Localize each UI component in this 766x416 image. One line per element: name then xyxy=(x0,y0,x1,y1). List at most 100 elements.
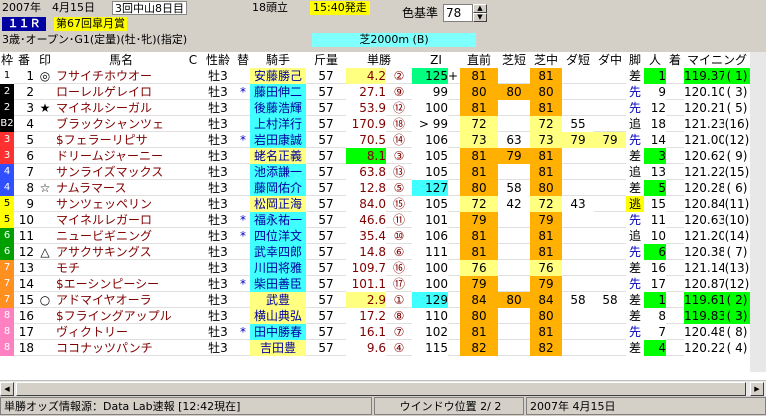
cell-chokuzen: 79 xyxy=(460,276,498,292)
cell-number: 7 xyxy=(26,165,34,179)
cell-zi-plus xyxy=(448,164,458,180)
header-running-style: 脚 xyxy=(628,53,641,67)
cell-waku: 7 xyxy=(0,276,14,292)
cell-dirt-short xyxy=(562,324,594,340)
cell-mining: 119.37 xyxy=(684,68,724,84)
table-row[interactable]: 5 9 サンツェッペリン 牡3 松岡正海 57 84.0 ⑮ 105 72 42 72 43 逃 15 120… xyxy=(0,196,750,212)
cell-mark xyxy=(34,116,56,132)
table-row[interactable]: 3 6 ドリームジャーニー 牡3 蛯名正義 57 8.1 ③ 105 81 79 81 差 3 120.62… xyxy=(0,148,750,164)
cell-turf-short xyxy=(498,276,530,292)
cell-jockey: 蛯名正義 xyxy=(250,148,306,164)
cell-sex-age: 牡3 xyxy=(208,117,228,131)
table-row[interactable]: 8 17 ヴィクトリー 牡3 * 田中勝春 57 16.1 ⑦ 102 81 81 先 7 120.48( … xyxy=(0,324,750,340)
cell-chokuzen: 72 xyxy=(460,196,498,212)
table-row[interactable]: 6 11 ニュービギニング 牡3 * 四位洋文 57 35.4 ⑩ 106 81 81 追 10 121.2… xyxy=(0,228,750,244)
header-weight: 斤量 xyxy=(313,53,338,67)
cell-weight: 57 xyxy=(318,213,334,227)
table-row[interactable]: 6 12 △ アサクサキングス 牡3 武幸四郎 57 14.8 ⑥ 111 81 81 先 6 120.38… xyxy=(0,244,750,260)
cell-weight: 57 xyxy=(318,277,334,291)
cell-waku: 3 xyxy=(0,132,14,148)
cell-turf-short: 80 xyxy=(498,84,530,100)
table-row[interactable]: 1 1 ◎ フサイチホウオー 牡3 安藤勝己 57 4.2 ② 125 +81 81 差 1 119.37(… xyxy=(0,68,750,84)
header-dirt-short: ダ短 xyxy=(565,53,590,67)
cell-mining-rank: (11) xyxy=(724,196,750,212)
cell-mining-rank: (13) xyxy=(724,260,750,276)
cell-odds: 14.8 xyxy=(346,244,386,260)
cell-mining: 120.38 xyxy=(684,244,724,260)
cell-waku: 3 xyxy=(0,148,14,164)
table-row[interactable]: 7 14 $エーシンピーシー 牡3 * 柴田善臣 57 101.1 ⑰ 100 79 79 先 17 120… xyxy=(0,276,750,292)
table-row[interactable]: 7 13 モチ 牡3 川田将雅 57 109.7 ⑯ 100 76 76 差 16 121.14 (13) xyxy=(0,260,750,276)
cell-dirt-mid: 58 xyxy=(594,292,626,308)
color-base-input[interactable]: 78 xyxy=(443,4,473,22)
cell-turf-mid: 76 xyxy=(530,260,562,276)
table-row[interactable]: 2 3 ★ マイネルシーガル 牡3 後藤浩輝 57 53.9 ⑫ 100 81 81 先 12 120.21… xyxy=(0,100,750,116)
cell-zi-plus xyxy=(448,196,458,212)
cell-mining: 120.28 xyxy=(684,180,724,196)
spin-up-icon[interactable]: ▲ xyxy=(473,4,487,13)
cell-odds: 35.4 xyxy=(346,228,386,244)
spin-down-icon[interactable]: ▼ xyxy=(473,13,487,22)
cell-running-style: 先 xyxy=(626,276,644,292)
cell-mining-rank: ( 4) xyxy=(724,340,750,356)
table-row[interactable]: B2 4 ブラックシャンツェ 牡3 上村洋行 57 170.9 ⑱ > 99 72 72 55 追 18 1… xyxy=(0,116,750,132)
scroll-left-icon[interactable]: ◀ xyxy=(0,382,14,396)
cell-odds-rank: ⑤ xyxy=(393,181,405,195)
cell-horse-name: ドリームジャーニー xyxy=(56,149,164,163)
cell-dirt-mid xyxy=(594,68,626,84)
cell-jockey-change: * xyxy=(240,325,246,339)
cell-sex-age: 牡3 xyxy=(208,309,228,323)
race-date: 2007年 4月15日 xyxy=(2,1,95,14)
scroll-thumb[interactable] xyxy=(16,382,746,396)
cell-waku: 8 xyxy=(0,324,14,340)
cell-number: 2 xyxy=(26,85,34,99)
cell-zi-plus xyxy=(448,148,458,164)
cell-zi-plus xyxy=(448,340,458,356)
table-row[interactable]: 4 8 ☆ ナムラマース 牡3 藤岡佑介 57 12.8 ⑤ 127 80 58 80 差 5 120.28(… xyxy=(0,180,750,196)
cell-dirt-short xyxy=(562,148,594,164)
cell-horse-name: $フェラーリピサ xyxy=(56,133,148,147)
cell-waku: 2 xyxy=(0,84,14,100)
cell-waku: 6 xyxy=(0,244,14,260)
header-chokuzen: 直前 xyxy=(466,53,491,67)
status-odds-source: 単勝オッズ情報源：Data Lab速報 [12:42現在] xyxy=(0,397,372,415)
cell-finish xyxy=(666,244,684,260)
cell-turf-short xyxy=(498,228,530,244)
cell-mark xyxy=(34,164,56,180)
table-row[interactable]: 8 16 $フライングアップル 牡3 横山典弘 57 17.2 ⑧ 110 80 80 差 8 119.8… xyxy=(0,308,750,324)
table-row[interactable]: 7 15 ○ アドマイヤオーラ 牡3 武豊 57 2.9 ① 129 84 80 84 58 58 差 1 119… xyxy=(0,292,750,308)
horizontal-scrollbar[interactable]: ◀ ▶ xyxy=(0,380,766,396)
cell-jockey: 藤岡佑介 xyxy=(250,180,306,196)
table-row[interactable]: 5 10 マイネルレガーロ 牡3 * 福永祐一 57 46.6 ⑪ 101 79 79 先 11 120.6… xyxy=(0,212,750,228)
cell-number: 8 xyxy=(26,181,34,195)
cell-turf-mid: 81 xyxy=(530,68,562,84)
header-waku: 枠 xyxy=(0,53,13,67)
cell-odds-rank: ⑦ xyxy=(393,325,405,339)
cell-turf-short xyxy=(498,260,530,276)
cell-zi: 101 xyxy=(412,212,448,228)
cell-horse-name: マイネルシーガル xyxy=(56,101,153,115)
header-turf-short: 芝短 xyxy=(501,53,526,67)
cell-dirt-mid xyxy=(594,340,626,356)
cell-running-style: 差 xyxy=(626,68,644,84)
cell-finish xyxy=(666,116,684,132)
cell-zi: 100 xyxy=(412,100,448,116)
vertical-scrollbar[interactable] xyxy=(750,52,766,372)
table-row[interactable]: 4 7 サンライズマックス 牡3 池添謙一 57 63.8 ⑬ 105 81 81 追 13 121.22… xyxy=(0,164,750,180)
cell-mining-rank: (14) xyxy=(724,228,750,244)
cell-jockey-change: * xyxy=(240,229,246,243)
cell-popularity: 14 xyxy=(644,132,666,148)
cell-number: 17 xyxy=(18,325,34,339)
cell-turf-mid: 80 xyxy=(530,308,562,324)
cell-waku: 4 xyxy=(0,180,14,196)
table-row[interactable]: 8 18 ココナッツパンチ 牡3 吉田豊 57 9.6 ④ 115 82 82 差 4 120.22( 4… xyxy=(0,340,750,356)
cell-jockey-change xyxy=(236,68,250,84)
table-row[interactable]: 2 2 ローレルゲレイロ 牡3 * 藤田伸二 57 27.1 ⑨ 99 80 80 80 先 9 120.10… xyxy=(0,84,750,100)
cell-mining: 121.00 xyxy=(684,132,724,148)
table-row[interactable]: 3 5 $フェラーリピサ 牡3 * 岩田康誠 57 70.5 ⑭ 106 73 63 73 79 79 先 14… xyxy=(0,132,750,148)
runners-count: 18頭立 xyxy=(252,1,288,14)
cell-running-style: 先 xyxy=(626,244,644,260)
scroll-right-icon[interactable]: ▶ xyxy=(750,382,764,396)
cell-turf-short: 79 xyxy=(498,148,530,164)
cell-mining: 119.61 xyxy=(684,292,724,308)
